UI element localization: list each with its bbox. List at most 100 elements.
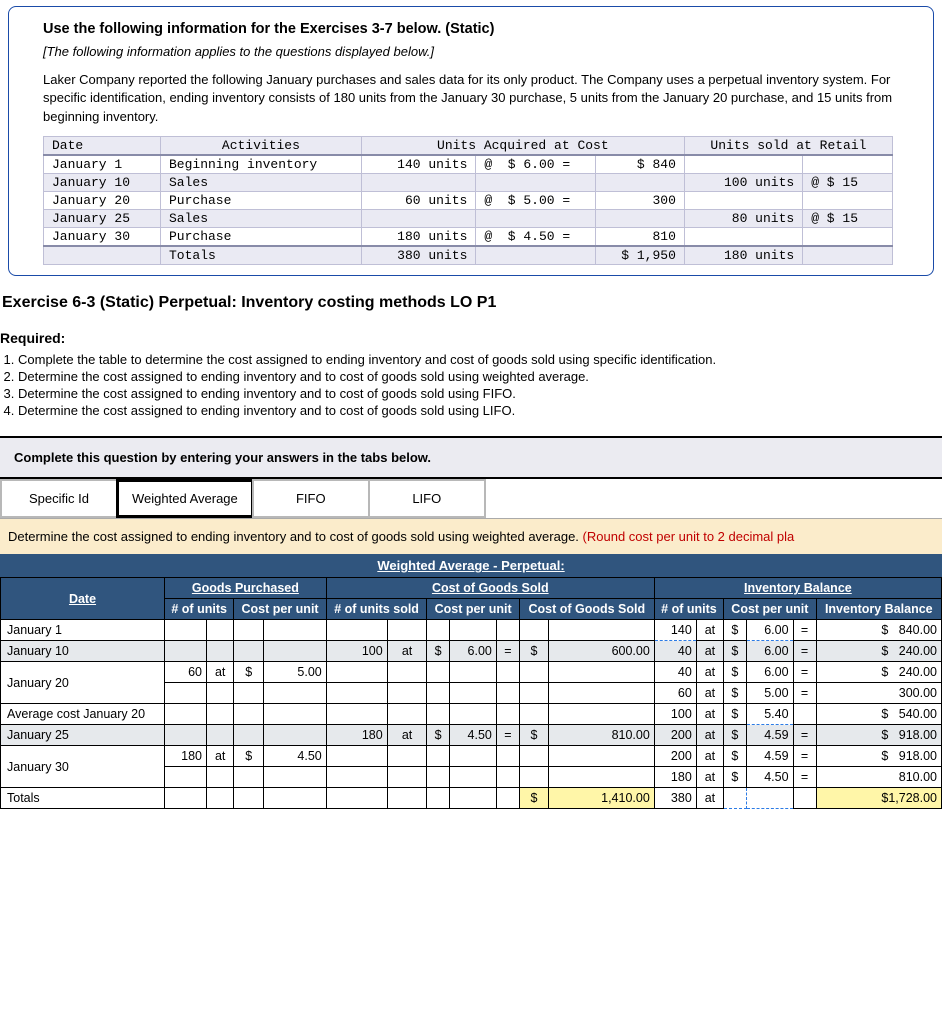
jan30-date: January 30 (1, 746, 165, 788)
jan30-gp-u[interactable]: 180 (165, 746, 207, 767)
totals-eq (793, 788, 816, 809)
tab-fifo[interactable]: FIFO (252, 479, 370, 519)
r0-acqp: @ $ 6.00 = (476, 155, 595, 174)
req-3: Determine the cost assigned to ending in… (18, 386, 942, 401)
jan25-inv-u[interactable]: 200 (654, 725, 696, 746)
jan25-inv-c[interactable]: 4.59 (746, 725, 793, 746)
tot-act: Totals (161, 246, 362, 265)
jan20b-inv-u: 60 (654, 683, 696, 704)
col-cogs-cost: Cost per unit (427, 599, 519, 620)
r0-act: Beginning inventory (161, 155, 362, 174)
r1-acqt (595, 173, 684, 191)
r0-soldu (684, 155, 802, 174)
data-table: Date Activities Units Acquired at Cost U… (43, 136, 893, 265)
jan20-gp-u[interactable]: 60 (165, 662, 207, 683)
col-inv-units: # of units (654, 599, 723, 620)
avg20-inv-c-s: $ (724, 704, 746, 725)
info-italic: [The following information applies to th… (43, 43, 919, 61)
jan30-gp-c[interactable]: 4.50 (264, 746, 327, 767)
r4-soldu (684, 227, 802, 246)
totals-at: at (696, 788, 723, 809)
col-group-gp: Goods Purchased (165, 578, 327, 599)
r4-acqu: 180 units (361, 227, 476, 246)
jan25-cogs-u[interactable]: 180 (326, 725, 387, 746)
jan1-inv-c[interactable]: 6.00 (746, 620, 793, 641)
totals-inv-c[interactable] (746, 788, 793, 809)
tot-date (44, 246, 161, 265)
tab-panel-prompt: Determine the cost assigned to ending in… (0, 518, 942, 554)
hdr-activities: Activities (161, 136, 362, 155)
jan20a-inv-u: 40 (654, 662, 696, 683)
jan1-inv-u[interactable]: 140 (654, 620, 696, 641)
tab-weighted-average[interactable]: Weighted Average (116, 479, 254, 519)
r2-soldu (684, 191, 802, 209)
jan25-eq2: = (793, 725, 816, 746)
r1-acqu (361, 173, 476, 191)
totals-inv-c-s[interactable] (724, 788, 746, 809)
jan25-cogs-t-s: $ (519, 725, 548, 746)
jan20a-at2: at (696, 662, 723, 683)
req-4: Determine the cost assigned to ending in… (18, 403, 942, 418)
tot-soldp (803, 246, 893, 265)
avg20-inv-u: 100 (654, 704, 696, 725)
r0-soldp (803, 155, 893, 174)
r2-date: January 20 (44, 191, 161, 209)
jan30-gp-c-s: $ (234, 746, 264, 767)
r3-acqp (476, 209, 595, 227)
jan25-at2: at (696, 725, 723, 746)
jan10-inv-c[interactable]: 6.00 (746, 641, 793, 662)
jan20-gp-c[interactable]: 5.00 (264, 662, 327, 683)
jan30b-inv-u: 180 (654, 767, 696, 788)
col-cogs-units: # of units sold (326, 599, 427, 620)
totals-cogs-t: 1,410.00 (549, 788, 655, 809)
jan30-at1: at (206, 746, 233, 767)
jan10-inv-c-s: $ (724, 641, 746, 662)
r4-acqt: 810 (595, 227, 684, 246)
r3-acqt (595, 209, 684, 227)
required-list: Complete the table to determine the cost… (0, 352, 942, 418)
tab-specific-id[interactable]: Specific Id (0, 479, 118, 519)
jan20b-inv-c: 5.00 (746, 683, 793, 704)
jan25-cogs-c[interactable]: 4.50 (449, 725, 496, 746)
jan20a-inv-c-s: $ (724, 662, 746, 683)
hdr-acquired: Units Acquired at Cost (361, 136, 684, 155)
hdr-date: Date (44, 136, 161, 155)
exercise-title: Exercise 6-3 (Static) Perpetual: Invento… (0, 294, 942, 312)
jan30a-eq: = (793, 746, 816, 767)
hdr-sold: Units sold at Retail (684, 136, 892, 155)
jan1-eq: = (793, 620, 816, 641)
r2-acqt: 300 (595, 191, 684, 209)
jan10-cogs-t-s: $ (519, 641, 548, 662)
jan20a-inv-c: 6.00 (746, 662, 793, 683)
answer-table: Date Goods Purchased Cost of Goods Sold … (0, 577, 942, 809)
jan30a-inv-c-s: $ (724, 746, 746, 767)
jan30b-inv-t: 810.00 (816, 767, 941, 788)
jan10-inv-t: $ 240.00 (816, 641, 941, 662)
totals-inv-u: 380 (654, 788, 696, 809)
r4-date: January 30 (44, 227, 161, 246)
jan1-at: at (696, 620, 723, 641)
avg20-inv-c[interactable]: 5.40 (746, 704, 793, 725)
jan10-date: January 10 (1, 641, 165, 662)
r4-soldp (803, 227, 893, 246)
jan10-cogs-c[interactable]: 6.00 (449, 641, 496, 662)
jan20a-inv-t: $ 240.00 (816, 662, 941, 683)
jan20b-inv-t: 300.00 (816, 683, 941, 704)
col-inv-total: Inventory Balance (816, 599, 941, 620)
r1-soldu: 100 units (684, 173, 802, 191)
jan10-cogs-t: 600.00 (549, 641, 655, 662)
tab-instruction: Complete this question by entering your … (0, 436, 942, 479)
tab-prompt-main: Determine the cost assigned to ending in… (8, 529, 583, 544)
jan30a-inv-c: 4.59 (746, 746, 793, 767)
wa-title: Weighted Average - Perpetual: (0, 554, 942, 577)
col-date: Date (1, 578, 165, 620)
col-inv-cost: Cost per unit (724, 599, 816, 620)
jan30a-inv-u: 200 (654, 746, 696, 767)
tab-lifo[interactable]: LIFO (368, 479, 486, 519)
jan10-cogs-c-s: $ (427, 641, 449, 662)
jan10-cogs-u[interactable]: 100 (326, 641, 387, 662)
jan10-inv-u[interactable]: 40 (654, 641, 696, 662)
r3-soldu: 80 units (684, 209, 802, 227)
jan1-inv-c-s: $ (724, 620, 746, 641)
tot-soldu: 180 units (684, 246, 802, 265)
